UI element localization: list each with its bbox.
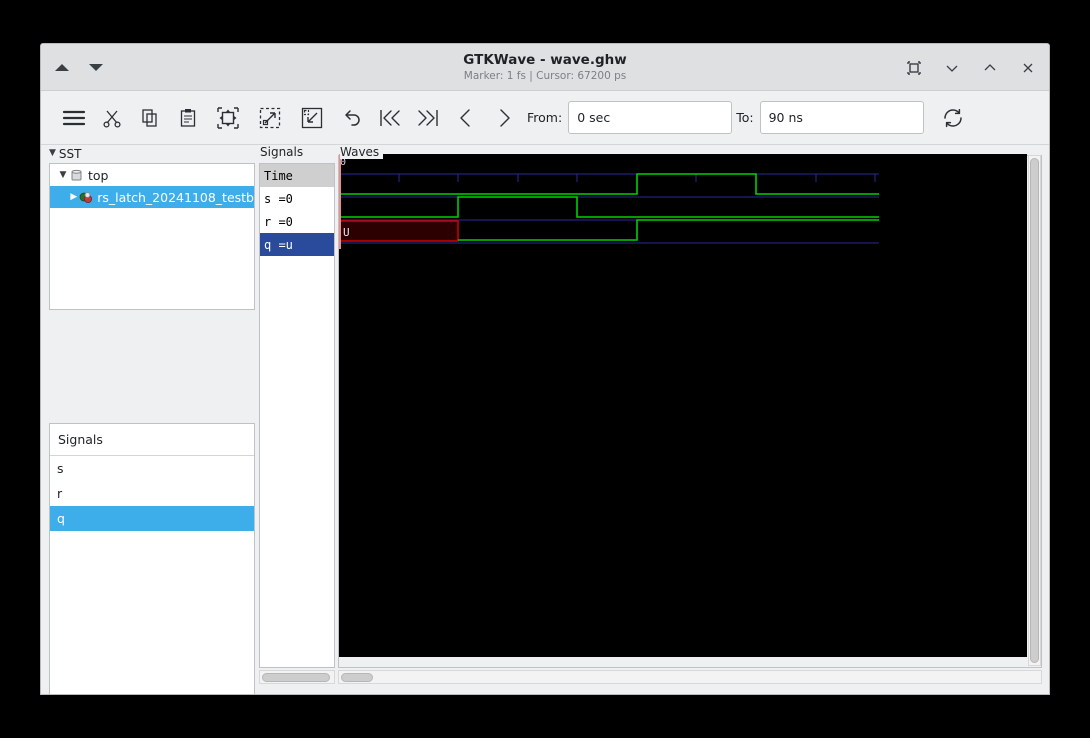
previous-edge-icon[interactable] [447,99,485,137]
zoom-in-icon[interactable] [249,99,291,137]
window-title: GTKWave - wave.ghw [463,52,627,68]
menu-icon[interactable] [55,99,93,137]
title-bar-nav-buttons [55,44,103,91]
signal-list-frame: Signals s r q [49,423,255,694]
sst-node-top[interactable]: ▼ top [50,164,254,186]
go-to-end-icon[interactable] [409,99,447,137]
waveform-name-time[interactable]: Time [260,164,334,187]
sst-tree[interactable]: ▼ top ▶ rs_latch_20241108_testb [49,163,255,310]
to-input[interactable]: 90 ns [759,101,924,134]
close-icon[interactable] [1017,57,1039,79]
waveform-name-q[interactable]: q =u [260,233,334,256]
waveform-names-list[interactable]: Time s =0 r =0 q =u [259,163,335,668]
window-controls [903,44,1039,91]
main-body: ▼ SST ▼ top ▶ rs_latch_20241108_testb Si… [41,145,1049,694]
chevron-down-icon[interactable]: ▼ [49,148,56,158]
copy-icon[interactable] [131,99,169,137]
waveform-name-label: r =0 [264,214,293,229]
chevron-right-icon[interactable]: ▶ [68,192,79,202]
window-subtitle-marker-cursor: Marker: 1 fs | Cursor: 67200 ps [463,70,627,82]
triangle-up-icon[interactable] [55,64,69,71]
waveform-name-r[interactable]: r =0 [260,210,334,233]
zoom-fit-icon[interactable] [207,99,249,137]
go-to-start-icon[interactable] [371,99,409,137]
reload-icon[interactable] [934,99,972,137]
signal-list-header: Signals [50,424,254,456]
to-label: To: [736,110,754,125]
title-bar-titles: GTKWave - wave.ghw Marker: 1 fs | Cursor… [41,44,1049,91]
instance-icon [79,191,93,204]
chevron-up-icon[interactable] [979,57,1001,79]
waveform-name-s[interactable]: s =0 [260,187,334,210]
sst-node-label: rs_latch_20241108_testb [97,189,254,205]
triangle-down-icon[interactable] [89,64,103,71]
list-item-label: q [57,511,65,526]
left-panel: ▼ SST ▼ top ▶ rs_latch_20241108_testb Si… [49,145,259,694]
waves-vertical-scrollbar[interactable] [1028,155,1041,666]
next-edge-icon[interactable] [485,99,523,137]
chevron-down-icon[interactable]: ▼ [56,170,70,180]
waveform-names-frame-label: Signals [260,145,304,159]
title-bar: GTKWave - wave.ghw Marker: 1 fs | Cursor… [41,44,1049,91]
scrollbar-thumb[interactable] [1030,158,1039,663]
chevron-down-icon[interactable] [941,57,963,79]
waveform-name-label: q =u [264,237,293,252]
sst-node-label: top [88,167,109,183]
sst-frame: ▼ SST ▼ top ▶ rs_latch_20241108_testb [49,145,259,310]
signal-list[interactable]: Signals s r q [49,423,255,694]
zoom-out-icon[interactable] [291,99,333,137]
list-item-r[interactable]: r [50,481,254,506]
main-toolbar: From: 0 sec To: 90 ns [41,91,1049,145]
gtkwave-window: GTKWave - wave.ghw Marker: 1 fs | Cursor… [40,43,1050,695]
waves-frame-label: Waves [340,145,384,159]
svg-text:U: U [343,226,350,239]
waveform-svg: 0 U [339,154,1027,657]
waveform-name-label: Time [264,168,293,183]
sst-label-text: SST [58,147,82,161]
sst-frame-label: ▼ SST [49,145,259,163]
waves-horizontal-scrollbar[interactable] [338,670,1042,684]
cut-icon[interactable] [93,99,131,137]
paste-icon[interactable] [169,99,207,137]
restore-window-icon[interactable] [903,57,925,79]
from-label: From: [527,110,563,125]
waveform-canvas[interactable]: 0 U [339,154,1027,657]
waveform-name-label: s =0 [264,191,293,206]
scrollbar-thumb[interactable] [262,673,330,682]
list-item-label: r [57,486,63,501]
undo-icon[interactable] [333,99,371,137]
waveform-names-panel: Signals Time s =0 r =0 q =u [257,145,337,694]
list-item-q[interactable]: q [50,506,254,531]
list-item-label: s [57,461,64,476]
names-horizontal-scrollbar[interactable] [259,670,335,684]
waves-panel: Waves 0 U [337,145,1043,694]
from-input[interactable]: 0 sec [568,101,733,134]
sst-node-rs-latch-testbench[interactable]: ▶ rs_latch_20241108_testb [50,186,254,208]
list-item-s[interactable]: s [50,456,254,481]
module-icon [70,169,83,182]
scrollbar-thumb[interactable] [341,673,373,682]
